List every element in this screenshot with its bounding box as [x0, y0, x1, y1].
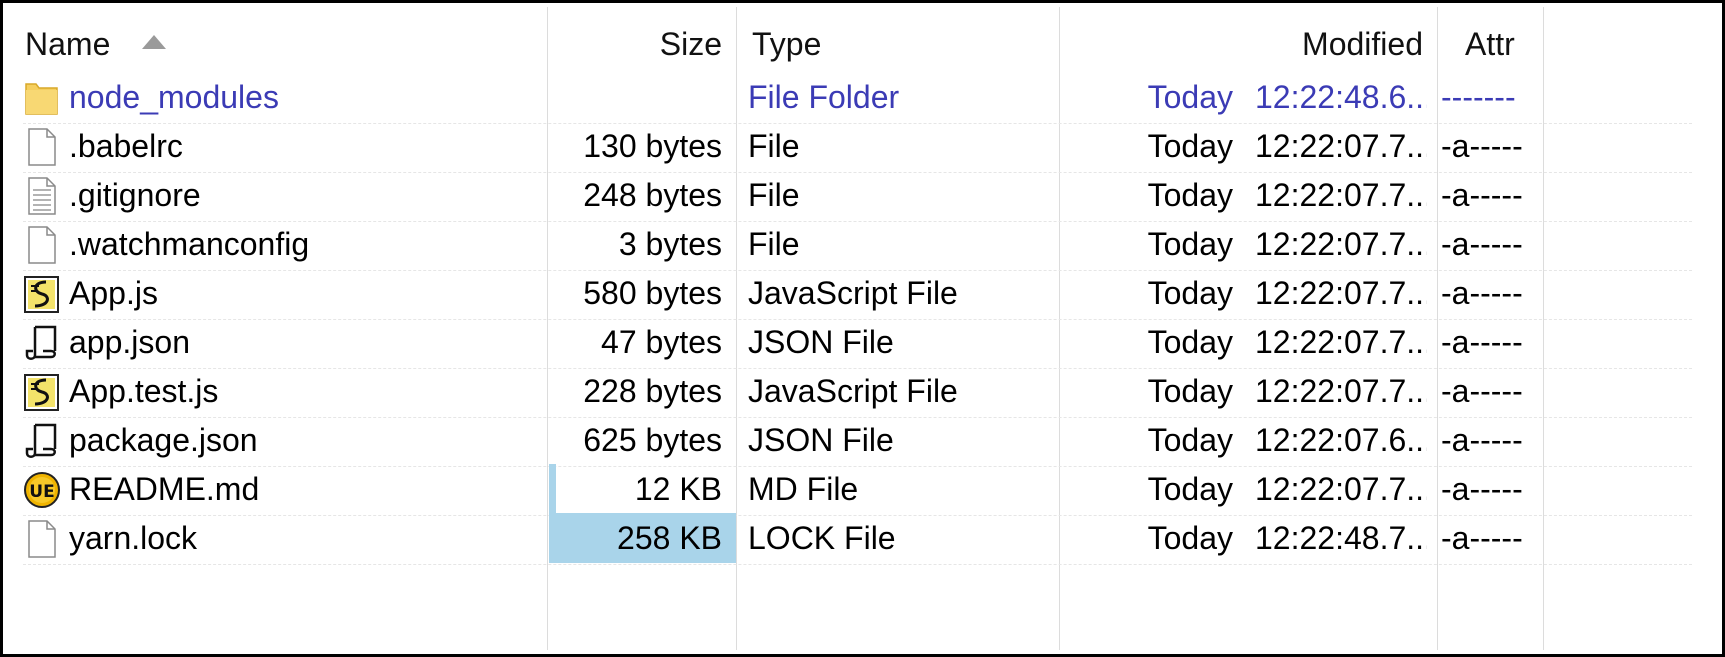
- file-row[interactable]: App.js 580 bytes JavaScript File Today 12:22…: [3, 266, 1722, 320]
- file-row[interactable]: App.test.js 228 bytes JavaScript File Today…: [3, 364, 1722, 418]
- file-modified-time: 12:22:07.7...: [1255, 226, 1427, 262]
- file-modified-time: 12:22:07.7...: [1255, 373, 1427, 409]
- file-size: 258 KB: [617, 520, 722, 556]
- file-name: node_modules: [69, 79, 279, 115]
- file-name: App.js: [69, 275, 158, 311]
- folder-row[interactable]: node_modules File Folder Today 12:22:48.6..…: [3, 70, 1722, 124]
- file-modified-date: Today: [1147, 79, 1233, 115]
- file-modified-time: 12:22:07.6...: [1255, 422, 1427, 458]
- file-name: app.json: [69, 324, 190, 360]
- file-attributes: -a-----: [1441, 324, 1523, 360]
- file-list: Name Size Type Modified Attr node_module…: [3, 3, 1722, 654]
- file-size: 625 bytes: [583, 422, 722, 458]
- file-row[interactable]: .gitignore 248 bytes File Today 12:22:07.7..…: [3, 168, 1722, 222]
- file-size: [555, 70, 722, 124]
- text-file-icon: [23, 176, 61, 216]
- header-type[interactable]: Type: [752, 17, 1052, 71]
- file-modified-date: Today: [1147, 324, 1233, 360]
- file-name: .gitignore: [69, 177, 201, 213]
- file-type: JavaScript File: [748, 275, 958, 311]
- file-name: package.json: [69, 422, 258, 458]
- file-row[interactable]: UE README.md 12 KB MD File Today 12:22:07.7..…: [3, 462, 1722, 516]
- file-modified-date: Today: [1147, 471, 1233, 507]
- file-attributes: -a-----: [1441, 177, 1523, 213]
- ultraedit-icon: UE: [23, 470, 61, 510]
- header-size[interactable]: Size: [555, 17, 722, 71]
- file-type: File Folder: [748, 79, 900, 115]
- file-attributes: -------: [1441, 79, 1516, 115]
- blank-file-icon: [23, 519, 61, 559]
- file-size: 248 bytes: [583, 177, 722, 213]
- file-row[interactable]: .babelrc 130 bytes File Today 12:22:07.7... -…: [3, 119, 1722, 173]
- file-row[interactable]: yarn.lock 258 KB LOCK File Today 12:22:48.7.…: [3, 511, 1722, 565]
- file-modified-time: 12:22:48.6...: [1255, 79, 1427, 115]
- file-modified-time: 12:22:07.7...: [1255, 471, 1427, 507]
- file-type: File: [748, 226, 800, 262]
- file-attributes: -a-----: [1441, 275, 1523, 311]
- file-name: App.test.js: [69, 373, 219, 409]
- file-modified-time: 12:22:07.7...: [1255, 128, 1427, 164]
- file-modified-date: Today: [1147, 422, 1233, 458]
- file-type: LOCK File: [748, 520, 896, 556]
- header-name[interactable]: Name: [25, 17, 135, 71]
- file-attributes: -a-----: [1441, 128, 1523, 164]
- file-type: JSON File: [748, 324, 894, 360]
- folder-icon: [23, 78, 61, 118]
- file-modified-date: Today: [1147, 373, 1233, 409]
- file-size: 228 bytes: [583, 373, 722, 409]
- file-attributes: -a-----: [1441, 373, 1523, 409]
- file-size: 47 bytes: [601, 324, 722, 360]
- file-modified-time: 12:22:07.7...: [1255, 324, 1427, 360]
- file-type: JavaScript File: [748, 373, 958, 409]
- file-modified-time: 12:22:07.7...: [1255, 275, 1427, 311]
- file-modified-date: Today: [1147, 177, 1233, 213]
- file-attributes: -a-----: [1441, 520, 1523, 556]
- header-attr[interactable]: Attr: [1465, 17, 1535, 71]
- file-size: 580 bytes: [583, 275, 722, 311]
- file-name: README.md: [69, 471, 260, 507]
- header-modified[interactable]: Modified: [1067, 17, 1423, 71]
- file-list-window: Name Size Type Modified Attr node_module…: [0, 0, 1725, 657]
- file-row[interactable]: app.json 47 bytes JSON File Today 12:22:07.7…: [3, 315, 1722, 369]
- file-size: 3 bytes: [618, 226, 722, 262]
- file-type: File: [748, 177, 800, 213]
- file-type: JSON File: [748, 422, 894, 458]
- file-attributes: -a-----: [1441, 422, 1523, 458]
- file-modified-date: Today: [1147, 128, 1233, 164]
- file-name: .babelrc: [69, 128, 183, 164]
- file-size: 130 bytes: [583, 128, 722, 164]
- file-row[interactable]: .watchmanconfig 3 bytes File Today 12:22:07.…: [3, 217, 1722, 271]
- file-attributes: -a-----: [1441, 226, 1523, 262]
- scroll-file-icon: [23, 421, 61, 461]
- file-name: yarn.lock: [69, 520, 198, 556]
- file-size: 12 KB: [634, 471, 722, 507]
- file-type: MD File: [748, 471, 859, 507]
- sort-ascending-icon: [142, 35, 166, 49]
- scroll-file-icon: [23, 323, 61, 363]
- file-name: .watchmanconfig: [69, 226, 310, 262]
- file-type: File: [748, 128, 800, 164]
- file-modified-time: 12:22:07.7...: [1255, 177, 1427, 213]
- scrollbar-area[interactable]: [1700, 3, 1722, 654]
- script-file-icon: [23, 372, 61, 412]
- file-modified-time: 12:22:48.7...: [1255, 520, 1427, 556]
- blank-file-icon: [23, 225, 61, 265]
- file-attributes: -a-----: [1441, 471, 1523, 507]
- script-file-icon: [23, 274, 61, 314]
- blank-file-icon: [23, 127, 61, 167]
- file-modified-date: Today: [1147, 520, 1233, 556]
- file-row[interactable]: package.json 625 bytes JSON File Today 12:22…: [3, 413, 1722, 467]
- svg-text:UE: UE: [29, 482, 54, 502]
- file-modified-date: Today: [1147, 226, 1233, 262]
- file-modified-date: Today: [1147, 275, 1233, 311]
